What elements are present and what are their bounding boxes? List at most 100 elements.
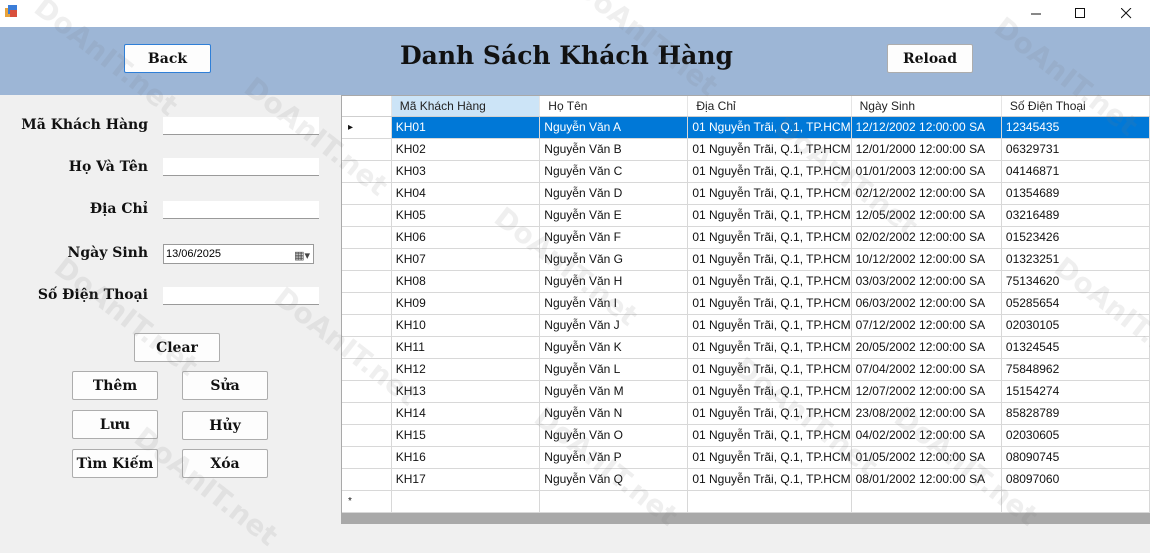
column-header-so-dien-thoai[interactable]: Số Điện Thoại xyxy=(1001,96,1150,117)
table-row[interactable]: KH16 Nguyễn Văn P 01 Nguyễn Trãi, Q.1, TP.… xyxy=(342,446,1150,469)
cell-ngay-sinh[interactable]: 08/01/2002 12:00:00 SA xyxy=(851,468,1002,491)
column-header-ho-ten[interactable]: Họ Tên xyxy=(539,96,689,117)
table-row[interactable]: KH15 Nguyễn Văn O 01 Nguyễn Trãi, Q.1, TP.… xyxy=(342,424,1150,447)
cell-ngay-sinh[interactable]: 01/05/2002 12:00:00 SA xyxy=(851,446,1002,469)
xoa-button[interactable]: Xóa xyxy=(182,449,268,478)
cell-ngay-sinh[interactable]: 12/05/2002 12:00:00 SA xyxy=(851,204,1002,227)
cell-dia-chi[interactable]: 01 Nguyễn Trãi, Q.1, TP.HCM xyxy=(687,160,852,183)
them-button[interactable]: Thêm xyxy=(72,371,158,400)
cell-ma[interactable]: KH14 xyxy=(391,402,541,425)
row-header[interactable] xyxy=(342,402,392,425)
cell-so-dien-thoai[interactable]: 04146871 xyxy=(1001,160,1150,183)
cell-ho-ten[interactable]: Nguyễn Văn D xyxy=(539,182,689,205)
cell-so-dien-thoai[interactable]: 05285654 xyxy=(1001,292,1150,315)
clear-button[interactable]: Clear xyxy=(134,333,220,362)
cell-ho-ten[interactable]: Nguyễn Văn Q xyxy=(539,468,689,491)
luu-button[interactable]: Lưu xyxy=(72,410,158,439)
cell-ho-ten[interactable]: Nguyễn Văn N xyxy=(539,402,689,425)
cell-ho-ten[interactable]: Nguyễn Văn F xyxy=(539,226,689,249)
cell-ma[interactable]: KH09 xyxy=(391,292,541,315)
cell-dia-chi[interactable]: 01 Nguyễn Trãi, Q.1, TP.HCM xyxy=(687,116,852,139)
row-header[interactable] xyxy=(342,468,392,491)
cell-ngay-sinh[interactable]: 07/04/2002 12:00:00 SA xyxy=(851,358,1002,381)
table-row[interactable]: KH06 Nguyễn Văn F 01 Nguyễn Trãi, Q.1, TP.… xyxy=(342,226,1150,249)
dia-chi-input[interactable] xyxy=(163,201,319,219)
cell-so-dien-thoai[interactable]: 03216489 xyxy=(1001,204,1150,227)
cell-ma[interactable]: KH16 xyxy=(391,446,541,469)
column-header-dia-chi[interactable]: Địa Chỉ xyxy=(687,96,852,117)
cell-so-dien-thoai[interactable]: 01354689 xyxy=(1001,182,1150,205)
table-row[interactable]: KH10 Nguyễn Văn J 01 Nguyễn Trãi, Q.1, TP.… xyxy=(342,314,1150,337)
maximize-icon[interactable] xyxy=(1058,0,1102,27)
column-header-ngay-sinh[interactable]: Ngày Sinh xyxy=(851,96,1002,117)
row-header[interactable] xyxy=(342,358,392,381)
cell-ma[interactable]: KH15 xyxy=(391,424,541,447)
cell-so-dien-thoai[interactable]: 75848962 xyxy=(1001,358,1150,381)
cell-so-dien-thoai[interactable]: 12345435 xyxy=(1001,116,1150,139)
cell-ngay-sinh[interactable]: 04/02/2002 12:00:00 SA xyxy=(851,424,1002,447)
cell-ho-ten[interactable]: Nguyễn Văn O xyxy=(539,424,689,447)
cell-ngay-sinh[interactable]: 07/12/2002 12:00:00 SA xyxy=(851,314,1002,337)
cell-dia-chi[interactable]: 01 Nguyễn Trãi, Q.1, TP.HCM xyxy=(687,336,852,359)
cell-dia-chi[interactable]: 01 Nguyễn Trãi, Q.1, TP.HCM xyxy=(687,446,852,469)
cell-ma[interactable]: KH08 xyxy=(391,270,541,293)
row-header[interactable] xyxy=(342,138,392,161)
cell-ngay-sinh[interactable]: 12/01/2000 12:00:00 SA xyxy=(851,138,1002,161)
cell-ma[interactable]: KH04 xyxy=(391,182,541,205)
cell-dia-chi[interactable]: 01 Nguyễn Trãi, Q.1, TP.HCM xyxy=(687,248,852,271)
cell-ngay-sinh[interactable]: 10/12/2002 12:00:00 SA xyxy=(851,248,1002,271)
cell-ho-ten[interactable]: Nguyễn Văn G xyxy=(539,248,689,271)
minimize-icon[interactable] xyxy=(1014,0,1058,27)
cell-ngay-sinh[interactable]: 12/07/2002 12:00:00 SA xyxy=(851,380,1002,403)
table-row[interactable]: KH08 Nguyễn Văn H 01 Nguyễn Trãi, Q.1, TP.… xyxy=(342,270,1150,293)
cell-ho-ten[interactable]: Nguyễn Văn H xyxy=(539,270,689,293)
row-header[interactable] xyxy=(342,292,392,315)
row-header[interactable] xyxy=(342,182,392,205)
cell-dia-chi[interactable]: 01 Nguyễn Trãi, Q.1, TP.HCM xyxy=(687,138,852,161)
cell-ho-ten[interactable]: Nguyễn Văn B xyxy=(539,138,689,161)
cell-ma[interactable]: KH03 xyxy=(391,160,541,183)
cell-ngay-sinh[interactable]: 02/02/2002 12:00:00 SA xyxy=(851,226,1002,249)
row-header[interactable] xyxy=(342,226,392,249)
cell-so-dien-thoai[interactable]: 01324545 xyxy=(1001,336,1150,359)
row-header[interactable] xyxy=(342,204,392,227)
cell-so-dien-thoai[interactable]: 01323251 xyxy=(1001,248,1150,271)
new-row-cell[interactable] xyxy=(391,490,541,513)
cell-ma[interactable]: KH17 xyxy=(391,468,541,491)
cell-ma[interactable]: KH13 xyxy=(391,380,541,403)
table-row[interactable]: KH13 Nguyễn Văn M 01 Nguyễn Trãi, Q.1, TP.… xyxy=(342,380,1150,403)
cell-ho-ten[interactable]: Nguyễn Văn M xyxy=(539,380,689,403)
cell-ho-ten[interactable]: Nguyễn Văn C xyxy=(539,160,689,183)
cell-ma[interactable]: KH10 xyxy=(391,314,541,337)
table-row[interactable]: KH05 Nguyễn Văn E 01 Nguyễn Trãi, Q.1, TP.… xyxy=(342,204,1150,227)
row-header[interactable] xyxy=(342,380,392,403)
cell-ngay-sinh[interactable]: 01/01/2003 12:00:00 SA xyxy=(851,160,1002,183)
cell-dia-chi[interactable]: 01 Nguyễn Trãi, Q.1, TP.HCM xyxy=(687,424,852,447)
row-header[interactable] xyxy=(342,314,392,337)
table-row[interactable]: KH14 Nguyễn Văn N 01 Nguyễn Trãi, Q.1, TP.… xyxy=(342,402,1150,425)
new-row-cell[interactable] xyxy=(851,490,1002,513)
cell-dia-chi[interactable]: 01 Nguyễn Trãi, Q.1, TP.HCM xyxy=(687,380,852,403)
cell-dia-chi[interactable]: 01 Nguyễn Trãi, Q.1, TP.HCM xyxy=(687,204,852,227)
cell-ngay-sinh[interactable]: 06/03/2002 12:00:00 SA xyxy=(851,292,1002,315)
table-row[interactable]: KH07 Nguyễn Văn G 01 Nguyễn Trãi, Q.1, TP.… xyxy=(342,248,1150,271)
cell-ngay-sinh[interactable]: 03/03/2002 12:00:00 SA xyxy=(851,270,1002,293)
cell-dia-chi[interactable]: 01 Nguyễn Trãi, Q.1, TP.HCM xyxy=(687,226,852,249)
table-row[interactable]: KH02 Nguyễn Văn B 01 Nguyễn Trãi, Q.1, TP.… xyxy=(342,138,1150,161)
cell-so-dien-thoai[interactable]: 08097060 xyxy=(1001,468,1150,491)
row-header[interactable] xyxy=(342,336,392,359)
cell-dia-chi[interactable]: 01 Nguyễn Trãi, Q.1, TP.HCM xyxy=(687,292,852,315)
row-header[interactable] xyxy=(342,424,392,447)
new-row-cell[interactable] xyxy=(1001,490,1150,513)
cell-ho-ten[interactable]: Nguyễn Văn E xyxy=(539,204,689,227)
ho-ten-input[interactable] xyxy=(163,158,319,176)
ngay-sinh-datepicker[interactable]: 13/06/2025 ▦▾ xyxy=(163,244,314,264)
row-header[interactable]: ▸ xyxy=(342,116,392,139)
table-row[interactable]: KH03 Nguyễn Văn C 01 Nguyễn Trãi, Q.1, TP.… xyxy=(342,160,1150,183)
cell-ma[interactable]: KH02 xyxy=(391,138,541,161)
ma-khach-hang-input[interactable] xyxy=(163,117,319,135)
calendar-dropdown-icon[interactable]: ▦▾ xyxy=(294,247,310,265)
table-row[interactable]: KH11 Nguyễn Văn K 01 Nguyễn Trãi, Q.1, TP.… xyxy=(342,336,1150,359)
row-header[interactable] xyxy=(342,248,392,271)
cell-ma[interactable]: KH06 xyxy=(391,226,541,249)
